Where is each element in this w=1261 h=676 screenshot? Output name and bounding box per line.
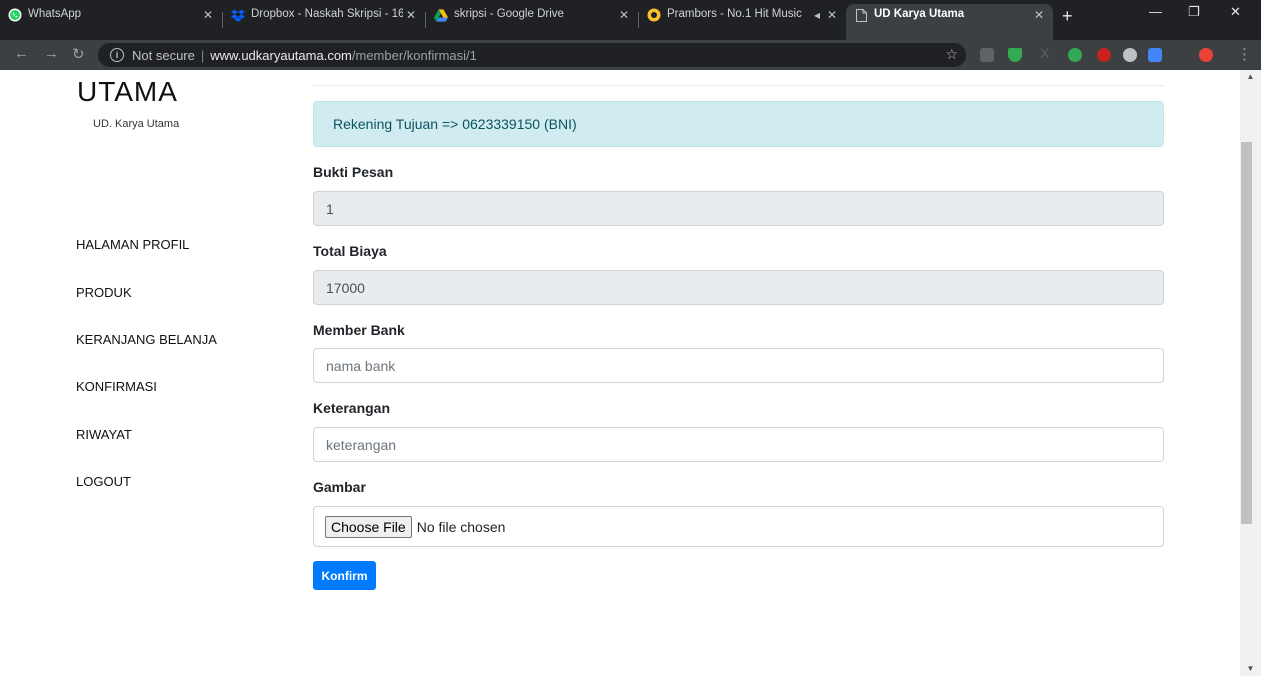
prambors-icon (647, 8, 661, 22)
minimize-icon[interactable]: — (1149, 4, 1162, 19)
sidebar-item-konfirmasi[interactable]: KONFIRMASI (76, 379, 157, 394)
keterangan-label: Keterangan (313, 400, 391, 416)
extension-translate-icon[interactable] (1148, 48, 1162, 62)
forward-arrow-icon[interactable]: → (44, 45, 59, 62)
bukti-pesan-field: 1 (313, 191, 1164, 226)
page-scrollbar[interactable]: ▲ ▼ (1240, 70, 1261, 676)
bukti-pesan-label: Bukti Pesan (313, 164, 394, 180)
tab-dropbox[interactable]: Dropbox - Naskah Skripsi - 16 ✕ (223, 4, 425, 40)
tab-label: Dropbox - Naskah Skripsi - 16 (251, 8, 403, 20)
konfirm-button[interactable]: Konfirm (313, 561, 376, 590)
window-close-icon[interactable]: ✕ (1230, 4, 1241, 20)
browser-tab-strip: WhatsApp ✕ Dropbox - Naskah Skripsi - 16… (0, 0, 1261, 40)
close-icon[interactable]: ✕ (200, 8, 216, 22)
page-icon (854, 8, 868, 22)
scroll-thumb[interactable] (1241, 142, 1252, 524)
close-icon[interactable]: ✕ (824, 8, 840, 22)
dropbox-icon (231, 8, 245, 22)
new-tab-plus-icon[interactable]: + (1062, 6, 1073, 27)
back-arrow-icon[interactable]: ← (14, 45, 29, 62)
page-content: KARYA UTAMA UD. Karya Utama HALAMAN PROF… (0, 70, 1240, 676)
extension-circle-icon[interactable] (1123, 48, 1137, 62)
keterangan-input[interactable]: keterangan (313, 427, 1164, 462)
choose-file-button[interactable]: Choose File (325, 515, 412, 538)
address-divider: | (200, 47, 205, 63)
speaker-icon[interactable]: ◂ (810, 8, 824, 22)
total-biaya-field: 17000 (313, 270, 1164, 305)
brand-logo-top: KARYA (76, 70, 196, 72)
tab-prambors[interactable]: Prambors - No.1 Hit Music ◂ ✕ (639, 4, 846, 40)
sidebar-item-halaman-profil[interactable]: HALAMAN PROFIL (76, 237, 189, 252)
extension-ublock-icon[interactable] (1097, 48, 1111, 62)
scroll-up-arrow-icon[interactable]: ▲ (1240, 70, 1261, 84)
extension-green-icon[interactable] (1068, 48, 1082, 62)
extension-shield-icon[interactable] (1008, 48, 1022, 62)
close-icon[interactable]: ✕ (1031, 8, 1047, 22)
sidebar-item-keranjang-belanja[interactable]: KERANJANG BELANJA (76, 332, 217, 347)
close-icon[interactable]: ✕ (616, 8, 632, 22)
extension-x-icon[interactable]: X (1040, 45, 1054, 61)
tab-whatsapp[interactable]: WhatsApp ✕ (0, 4, 222, 40)
reload-icon[interactable]: ↻ (72, 45, 85, 63)
whatsapp-icon (8, 8, 22, 22)
sidebar-item-logout[interactable]: LOGOUT (76, 474, 131, 489)
gambar-label: Gambar (313, 479, 366, 495)
member-bank-label: Member Bank (313, 322, 405, 338)
member-bank-input[interactable]: nama bank (313, 348, 1164, 383)
member-bank-placeholder: nama bank (326, 357, 396, 374)
url-path: /member/konfirmasi/1 (351, 47, 477, 63)
divider (313, 85, 1164, 86)
info-icon[interactable]: i (110, 48, 124, 62)
tab-label: Prambors - No.1 Hit Music (667, 8, 802, 20)
extension-notification-icon[interactable] (980, 48, 994, 62)
security-status: Not secure (132, 47, 195, 63)
tab-google-drive[interactable]: skripsi - Google Drive ✕ (426, 4, 638, 40)
file-status: No file chosen (416, 518, 506, 535)
keterangan-placeholder: keterangan (326, 436, 397, 453)
address-bar[interactable]: i Not secure | www.udkaryautama.com/memb… (98, 43, 966, 67)
sidebar-item-riwayat[interactable]: RIWAYAT (76, 427, 132, 442)
gambar-file-input[interactable]: Choose File No file chosen (313, 506, 1164, 547)
scroll-down-arrow-icon[interactable]: ▼ (1240, 662, 1261, 676)
total-biaya-label: Total Biaya (313, 243, 387, 259)
tab-label: skripsi - Google Drive (454, 8, 564, 20)
destination-account-alert: Rekening Tujuan => 0623339150 (BNI) (313, 101, 1164, 147)
sidebar-item-produk[interactable]: PRODUK (76, 285, 132, 300)
tab-label: UD Karya Utama (874, 8, 965, 20)
brand-subtitle: UD. Karya Utama (93, 118, 180, 130)
browser-toolbar: ← → ↻ i Not secure | www.udkaryautama.co… (0, 40, 1261, 70)
bukti-pesan-value: 1 (326, 200, 334, 217)
menu-dots-icon[interactable]: ⋮ (1237, 45, 1252, 63)
url-host: www.udkaryautama.com (210, 47, 352, 63)
tab-label: WhatsApp (28, 8, 82, 20)
total-biaya-value: 17000 (326, 279, 365, 296)
tab-ud-karya-utama[interactable]: UD Karya Utama ✕ (846, 4, 1053, 40)
close-icon[interactable]: ✕ (403, 8, 419, 22)
google-drive-icon (434, 8, 448, 22)
bookmark-star-icon[interactable]: ☆ (945, 46, 958, 63)
restore-icon[interactable]: ❐ (1188, 4, 1200, 20)
profile-avatar-icon[interactable] (1199, 48, 1213, 62)
brand-name: UTAMA (77, 76, 178, 107)
